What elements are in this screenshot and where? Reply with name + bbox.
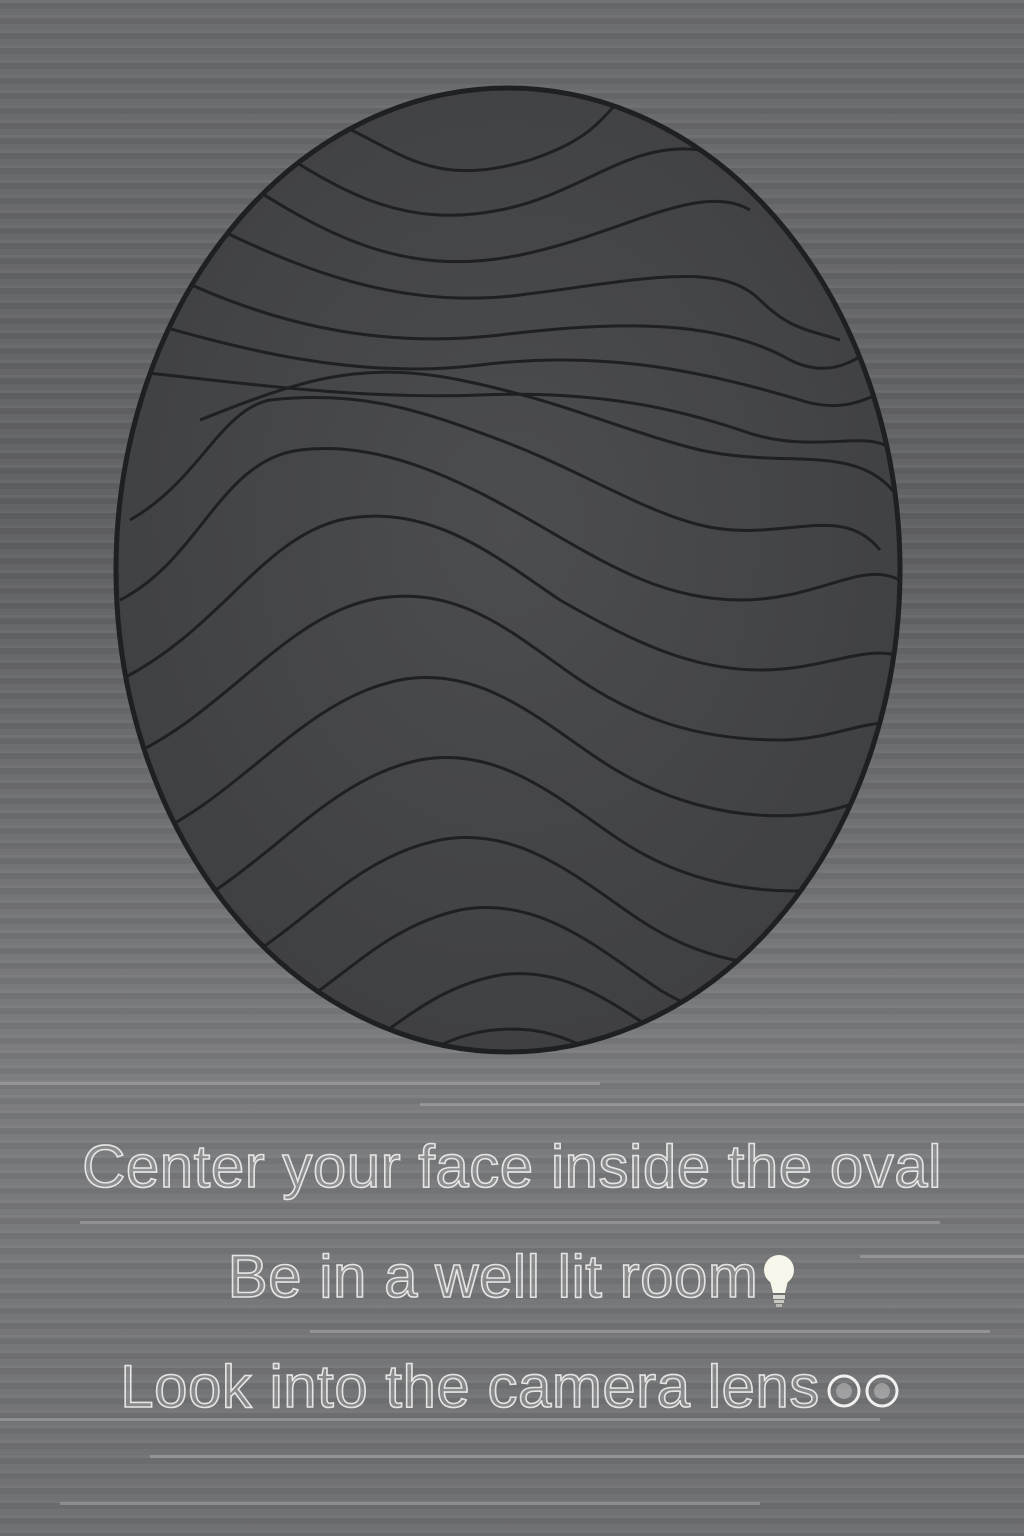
instruction-lighting-text: Be in a well lit room bbox=[227, 1242, 759, 1311]
scanline-streak bbox=[420, 1103, 1024, 1106]
face-oval-guide-icon bbox=[100, 80, 920, 1065]
instruction-look-camera-text: Look into the camera lens bbox=[119, 1352, 820, 1421]
scanline-streak bbox=[150, 1455, 1024, 1458]
instruction-look-camera: Look into the camera lens bbox=[0, 1352, 1024, 1421]
scanline-streak bbox=[0, 1082, 600, 1085]
scanline-streak bbox=[80, 1221, 940, 1224]
lightbulb-icon bbox=[762, 1253, 796, 1309]
eyes-icon bbox=[824, 1371, 904, 1411]
face-capture-screen: Center your face inside the oval Be in a… bbox=[0, 0, 1024, 1536]
instruction-lighting: Be in a well lit room bbox=[0, 1242, 1024, 1311]
scanline-streak bbox=[310, 1330, 990, 1333]
instruction-center-face-text: Center your face inside the oval bbox=[81, 1132, 942, 1201]
scanline-streak bbox=[60, 1502, 760, 1505]
instruction-center-face: Center your face inside the oval bbox=[0, 1132, 1024, 1201]
oval-fill bbox=[116, 88, 900, 1052]
